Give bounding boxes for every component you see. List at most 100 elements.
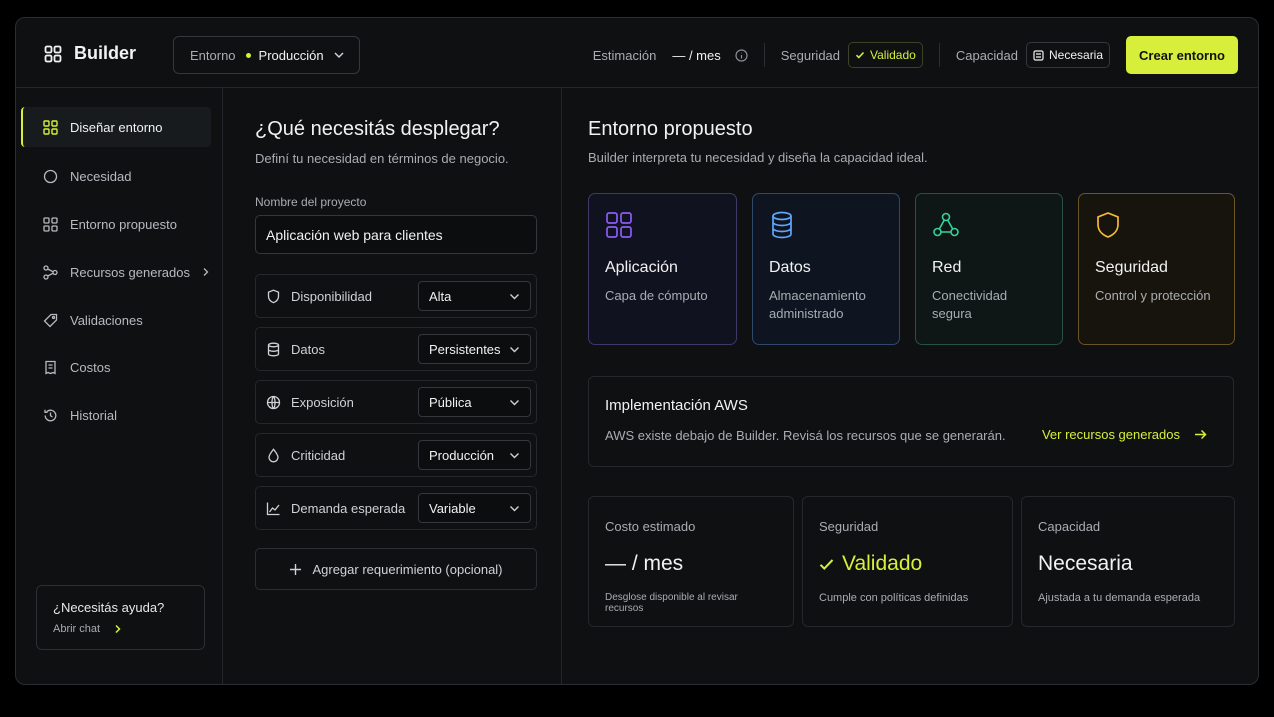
demand-select[interactable]: Variable [418,493,531,523]
requirement-name: Exposición [291,394,354,410]
aws-title: Implementación AWS [605,397,748,414]
proposal-title: Entorno propuesto [588,118,753,140]
environment-value: Producción [258,47,324,63]
divider [763,43,765,67]
stat-value: Necesaria [1038,552,1133,575]
environment-select[interactable]: Entorno Producción [173,36,360,74]
requirement-row-demand: Demanda esperada Variable [255,486,537,530]
card-desc: Almacenamiento administrado [769,288,866,321]
sidebar: Diseñar entorno Necesidad Entorno propue… [16,88,223,684]
environment-label: Entorno [190,47,236,63]
chevron-down-icon [509,505,520,512]
info-icon[interactable] [735,48,748,62]
capacity-label: Capacidad [955,47,1018,63]
header-status-bar: Estimación — / mes Seguridad Validado Ca… [593,36,1238,74]
open-chat-link[interactable]: Abrir chat [53,623,188,635]
stat-cost: Costo estimado — / mes Desglose disponib… [588,496,794,627]
shield-icon [1095,211,1218,239]
select-value: Pública [429,394,472,410]
grid-icon [605,211,720,239]
chevron-down-icon [509,399,520,406]
stat-note: Ajustada a tu demanda esperada [1038,592,1201,604]
globe-icon [266,395,281,410]
receipt-icon [43,360,58,375]
view-resources-label: Ver recursos generados [1041,427,1180,442]
server-icon [1033,49,1044,61]
chevron-right-icon [114,624,122,634]
sidebar-item-label: Recursos generados [70,264,190,280]
card-title: Red [932,259,962,276]
requirement-name: Demanda esperada [291,500,406,516]
stat-title: Seguridad [819,519,879,534]
select-value: Producción [429,447,495,463]
capacity-badge: Necesaria [1026,42,1111,68]
sidebar-item-label: Diseñar entorno [70,119,163,135]
help-title: ¿Necesitás ayuda? [53,600,165,615]
sidebar-item-label: Costos [70,359,111,375]
chevron-down-icon [509,293,520,300]
sidebar-item-design[interactable]: Diseñar entorno [21,107,211,147]
stat-capacity: Capacidad Necesaria Ajustada a tu demand… [1021,496,1235,627]
add-requirement-label: Agregar requerimiento (opcional) [312,561,503,577]
chevron-down-icon [509,346,520,353]
chart-icon [266,501,281,516]
data-select[interactable]: Persistentes [418,334,531,364]
sidebar-item-label: Entorno propuesto [70,216,177,232]
sidebar-item-label: Historial [70,407,117,423]
shield-icon [266,288,281,304]
availability-select[interactable]: Alta [418,281,531,311]
card-desc: Conectividad segura [932,288,1008,321]
stat-value-row: Validado [819,552,996,576]
status-dot [245,52,251,58]
grid-icon [43,119,58,135]
requirement-name: Datos [291,341,325,357]
stat-security: Seguridad Validado Cumple con políticas … [802,496,1013,627]
divider [938,43,940,67]
card-title: Aplicación [605,259,678,276]
nodes-icon [43,264,58,280]
requirement-row-data: Datos Persistentes [255,327,537,371]
open-chat-label: Abrir chat [53,623,101,635]
tag-icon [43,313,58,328]
view-resources-link[interactable]: Ver recursos generados [1042,427,1207,442]
requirement-name: Criticidad [291,447,346,463]
capacity-badge-text: Necesaria [1049,48,1104,62]
proposal-panel: Entorno propuesto Builder interpreta tu … [563,88,1258,684]
requirement-row-exposure: Exposición Pública [255,380,537,424]
project-name-input[interactable] [255,215,537,254]
sidebar-item-proposed[interactable]: Entorno propuesto [21,204,211,244]
add-requirement-button[interactable]: Agregar requerimiento (opcional) [255,548,537,590]
stat-note: Cumple con políticas definidas [819,592,969,604]
criticality-select[interactable]: Producción [418,440,531,470]
sidebar-item-costs[interactable]: Costos [21,347,211,387]
requirement-name: Disponibilidad [291,288,372,304]
select-value: Variable [429,500,476,516]
sidebar-item-validations[interactable]: Validaciones [21,300,211,340]
stat-title: Capacidad [1038,519,1101,534]
help-box: ¿Necesitás ayuda? Abrir chat [36,585,205,650]
card-title: Seguridad [1095,259,1168,276]
card-network[interactable]: Red Conectividad segura [915,193,1063,345]
requirement-row-criticality: Criticidad Producción [255,433,537,477]
check-icon [855,50,865,60]
aws-implementation-box: Implementación AWS AWS existe debajo de … [588,376,1234,467]
card-title: Datos [769,259,811,276]
card-desc: Control y protección [1095,288,1211,303]
top-bar: Builder Entorno Producción Estimación — … [16,18,1258,88]
chevron-down-icon [509,452,520,459]
card-desc: Capa de cómputo [605,288,708,303]
stat-title: Costo estimado [605,519,696,534]
security-label: Seguridad [780,47,841,63]
logo[interactable]: Builder [44,43,136,64]
card-security[interactable]: Seguridad Control y protección [1078,193,1235,345]
project-name-label: Nombre del proyecto [255,195,367,209]
security-badge-text: Validado [870,48,916,62]
card-application[interactable]: Aplicación Capa de cómputo [588,193,737,345]
arrow-right-icon [1194,429,1207,440]
create-environment-button[interactable]: Crear entorno [1126,36,1238,74]
sidebar-item-resources[interactable]: Recursos generados [21,252,211,292]
sidebar-item-need[interactable]: Necesidad [21,156,211,196]
exposure-select[interactable]: Pública [418,387,531,417]
card-data[interactable]: Datos Almacenamiento administrado [752,193,900,345]
sidebar-item-history[interactable]: Historial [21,395,211,435]
